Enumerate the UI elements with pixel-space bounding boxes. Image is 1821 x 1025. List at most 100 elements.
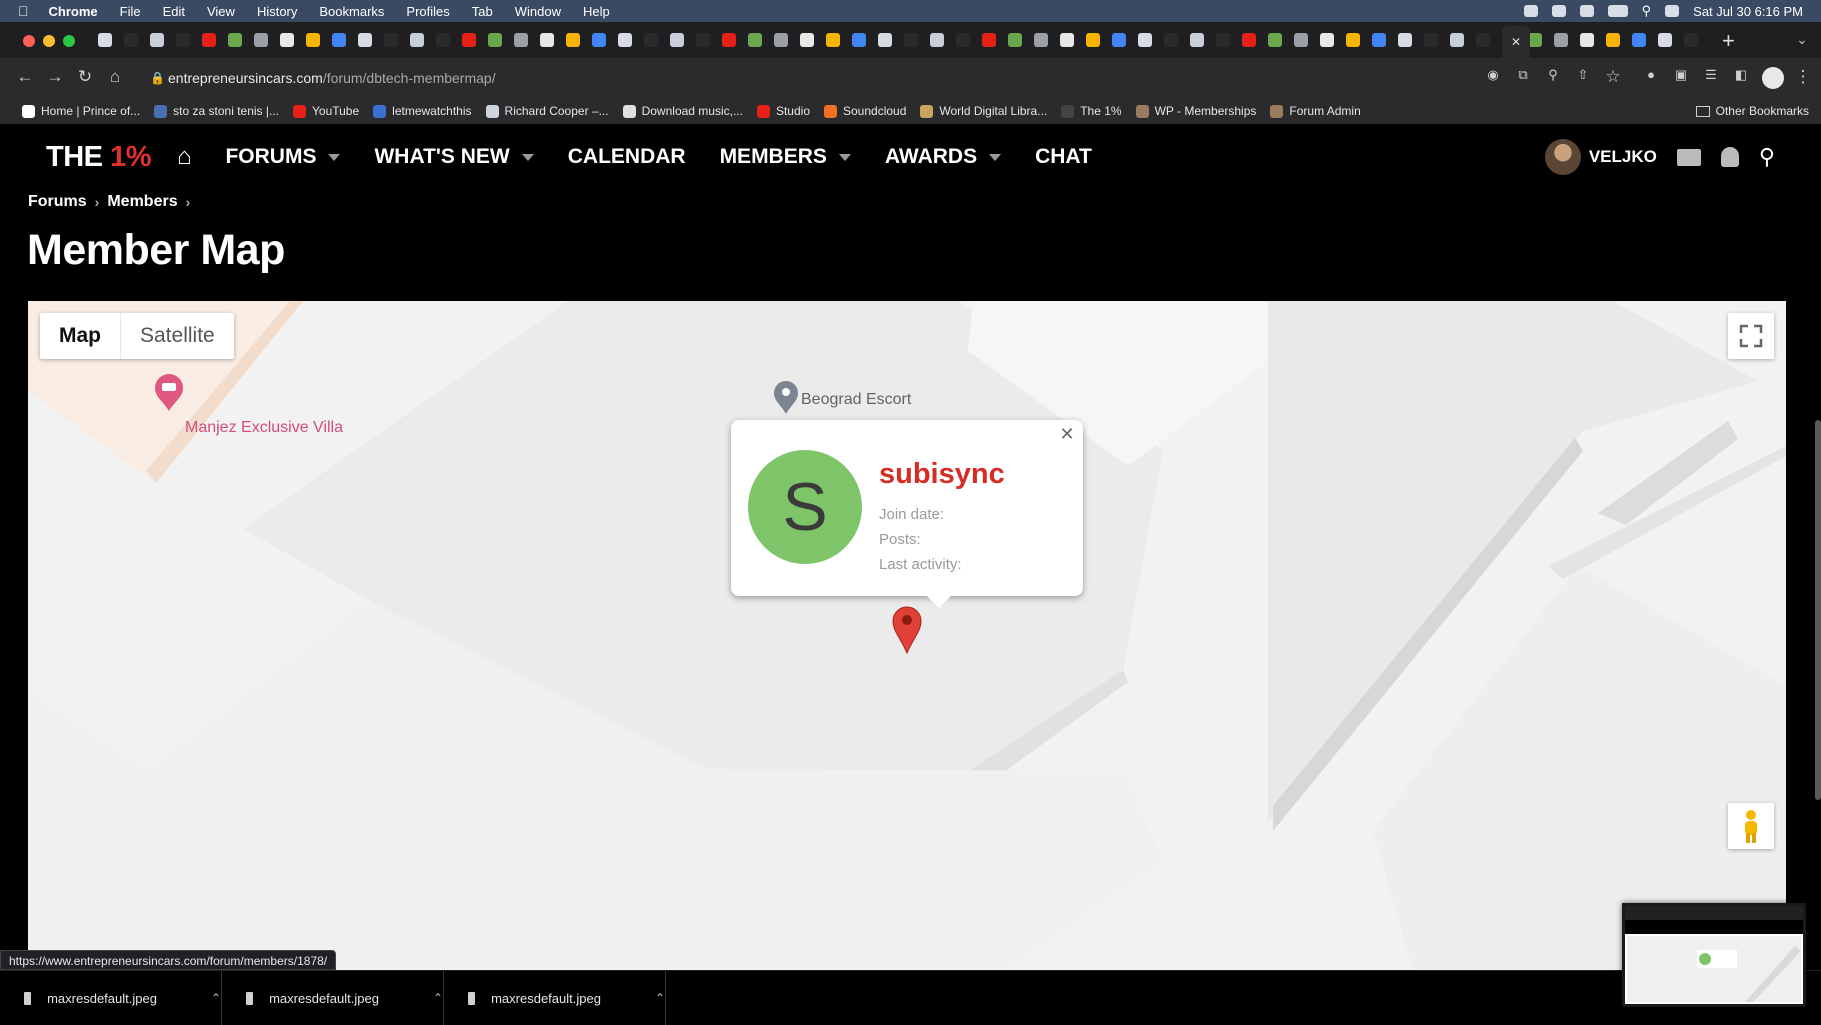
tab-favicon-icon[interactable] — [852, 33, 866, 47]
tab-favicon-icon[interactable] — [1034, 33, 1048, 47]
check-icon[interactable] — [1579, 5, 1594, 17]
control-center-icon[interactable] — [1665, 5, 1680, 17]
bookmark-item[interactable]: WP - Memberships — [1135, 104, 1256, 118]
tab-favicon-icon[interactable] — [800, 33, 814, 47]
tab-favicon-icon[interactable] — [384, 33, 398, 47]
tab-favicon-icon[interactable] — [1554, 33, 1568, 47]
tab-favicon-icon[interactable] — [1138, 33, 1152, 47]
tab-favicon-icon[interactable] — [1684, 33, 1698, 47]
tab-favicon-icon[interactable] — [1580, 33, 1594, 47]
nav-calendar[interactable]: CALENDAR — [568, 145, 686, 169]
tab-favicon-icon[interactable] — [748, 33, 762, 47]
nav-forums[interactable]: FORUMS — [225, 145, 341, 169]
active-tab-close-icon[interactable]: ✕ — [1502, 26, 1530, 58]
tab-favicon-icon[interactable] — [774, 33, 788, 47]
close-window-button[interactable] — [23, 35, 35, 47]
tab-favicon-icon[interactable] — [1632, 33, 1646, 47]
menu-view[interactable]: View — [207, 4, 235, 19]
apple-icon[interactable]:  — [18, 3, 29, 19]
menu-window[interactable]: Window — [515, 4, 561, 19]
back-icon[interactable]: ← — [14, 67, 36, 87]
member-avatar[interactable]: S — [748, 450, 862, 564]
screenshot-thumbnail[interactable] — [1622, 903, 1806, 1007]
chevron-up-icon[interactable]: ⌃ — [655, 991, 665, 1005]
chevron-down-icon[interactable] — [989, 153, 1002, 161]
bookmark-star-icon[interactable]: ☆ — [1602, 67, 1624, 87]
location-icon[interactable]: ◉ — [1482, 67, 1504, 83]
tab-favicon-icon[interactable] — [228, 33, 242, 47]
tab-favicon-icon[interactable] — [410, 33, 424, 47]
bookmark-item[interactable]: Home | Prince of... — [22, 104, 140, 118]
tab-favicon-icon[interactable] — [254, 33, 268, 47]
tab-favicon-icon[interactable] — [644, 33, 658, 47]
tab-favicon-icon[interactable] — [722, 33, 736, 47]
wordpress-icon[interactable] — [1551, 5, 1566, 17]
tab-favicon-icon[interactable] — [904, 33, 918, 47]
tab-favicon-icon[interactable] — [670, 33, 684, 47]
side-panel-icon[interactable]: ◧ — [1730, 67, 1752, 83]
search-icon[interactable]: ⚲ — [1759, 144, 1775, 170]
tab-favicon-icon[interactable] — [1320, 33, 1334, 47]
bookmark-item[interactable]: The 1% — [1061, 104, 1122, 118]
tab-favicon-icon[interactable] — [1658, 33, 1672, 47]
tab-favicon-icon[interactable] — [1086, 33, 1100, 47]
share-icon[interactable]: ⇧ — [1572, 67, 1594, 83]
tab-favicon-icon[interactable] — [1398, 33, 1412, 47]
other-bookmarks[interactable]: Other Bookmarks — [1695, 98, 1809, 124]
tab-favicon-icon[interactable] — [1424, 33, 1438, 47]
download-item[interactable]: maxresdefault.jpeg ⌃ — [246, 971, 444, 1025]
chevron-down-icon[interactable] — [328, 153, 341, 161]
tab-favicon-icon[interactable] — [826, 33, 840, 47]
home-icon[interactable]: ⌂ — [104, 67, 126, 87]
map-type-satellite-button[interactable]: Satellite — [120, 313, 234, 359]
tab-favicon-icon[interactable] — [1112, 33, 1126, 47]
home-nav-icon[interactable]: ⌂ — [177, 143, 192, 171]
tab-favicon-icon[interactable] — [956, 33, 970, 47]
bell-icon[interactable] — [1720, 147, 1739, 167]
tab-favicon-icon[interactable] — [462, 33, 476, 47]
bookmark-item[interactable]: Studio — [756, 104, 810, 118]
close-icon[interactable]: ✕ — [1055, 422, 1079, 446]
bookmark-item[interactable]: sto za stoni tenis |... — [154, 104, 279, 118]
tab-favicon-icon[interactable] — [1164, 33, 1178, 47]
tab-favicon-icon[interactable] — [358, 33, 372, 47]
member-username[interactable]: subisync — [879, 458, 1005, 491]
minimize-window-button[interactable] — [43, 35, 55, 47]
bookmark-item[interactable]: Richard Cooper –... — [485, 104, 609, 118]
address-bar[interactable]: 🔒 entrepreneursincars.com/forum/dbtech-m… — [140, 64, 1470, 92]
menu-tab[interactable]: Tab — [472, 4, 493, 19]
nav-awards[interactable]: AWARDS — [885, 145, 1002, 169]
tab-favicon-icon[interactable] — [1450, 33, 1464, 47]
tab-favicon-icon[interactable] — [1528, 33, 1542, 47]
download-item[interactable]: maxresdefault.jpeg ⌃ — [24, 971, 222, 1025]
tab-favicon-icon[interactable] — [202, 33, 216, 47]
bookmark-item[interactable]: Forum Admin — [1270, 104, 1361, 118]
tab-favicon-icon[interactable] — [332, 33, 346, 47]
tab-favicon-icon[interactable] — [1190, 33, 1204, 47]
tab-favicon-icon[interactable] — [514, 33, 528, 47]
tab-favicon-icon[interactable] — [1060, 33, 1074, 47]
maximize-window-button[interactable] — [63, 35, 75, 47]
tab-favicon-icon[interactable] — [930, 33, 944, 47]
puzzle-icon[interactable]: ▣ — [1670, 67, 1692, 83]
bookmark-item[interactable]: letmewatchthis — [373, 104, 472, 118]
fullscreen-button[interactable] — [1728, 313, 1774, 359]
menu-app-name[interactable]: Chrome — [49, 4, 98, 19]
menu-history[interactable]: History — [257, 4, 297, 19]
tab-favicon-icon[interactable] — [592, 33, 606, 47]
reading-list-icon[interactable]: ☰ — [1700, 67, 1722, 83]
new-tab-icon[interactable]: + — [1722, 28, 1735, 54]
tab-favicon-icon[interactable] — [1268, 33, 1282, 47]
account-menu[interactable]: VELJKO — [1544, 139, 1657, 175]
menu-help[interactable]: Help — [583, 4, 610, 19]
poi-manjez-villa[interactable]: Manjez Exclusive Villa — [185, 419, 343, 437]
tab-favicon-icon[interactable] — [566, 33, 580, 47]
tab-favicon-icon[interactable] — [98, 33, 112, 47]
nav-whats-new[interactable]: WHAT'S NEW — [374, 145, 534, 169]
tab-favicon-icon[interactable] — [150, 33, 164, 47]
chevron-down-icon[interactable] — [521, 153, 534, 161]
extension-icon[interactable]: ● — [1640, 67, 1662, 82]
bookmark-item[interactable]: YouTube — [293, 104, 359, 118]
tab-favicon-icon[interactable] — [1346, 33, 1360, 47]
forward-icon[interactable]: → — [44, 67, 66, 87]
